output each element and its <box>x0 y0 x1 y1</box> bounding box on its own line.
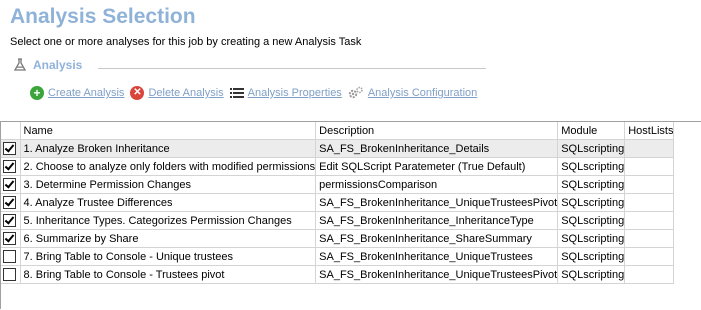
name-cell: 2. Choose to analyze only folders with m… <box>20 157 317 176</box>
name-cell: 3. Determine Permission Changes <box>20 175 317 194</box>
name-cell: 6. Summarize by Share <box>20 229 317 248</box>
module-cell: SQLscripting <box>557 157 626 176</box>
analysis-toolbar: + Create Analysis ✕ Delete Analysis Anal… <box>30 86 483 100</box>
row-checkbox-cell <box>0 211 21 230</box>
description-cell: permissionsComparison <box>315 175 559 194</box>
list-icon <box>229 86 244 100</box>
row-checkbox[interactable] <box>3 142 17 155</box>
hostlists-cell <box>624 175 675 194</box>
hostlists-cell <box>624 211 675 230</box>
create-analysis-button[interactable]: + Create Analysis <box>30 86 124 100</box>
create-analysis-label: Create Analysis <box>48 87 125 99</box>
table-header-row: Name Description Module HostLists <box>0 122 675 140</box>
row-checkbox-cell <box>0 229 21 248</box>
module-cell: SQLscripting <box>557 247 626 266</box>
row-checkbox[interactable] <box>3 160 17 173</box>
section-divider <box>98 68 486 69</box>
row-checkbox[interactable] <box>3 214 17 227</box>
row-checkbox[interactable] <box>3 178 17 191</box>
page-title: Analysis Selection <box>10 5 196 28</box>
table-row[interactable]: 3. Determine Permission Changes permissio… <box>0 175 675 194</box>
column-header-check <box>0 122 21 140</box>
module-cell: SQLscripting <box>557 211 626 230</box>
table-row[interactable]: 5. Inheritance Types. Categorizes Permis… <box>0 211 675 230</box>
gears-icon <box>348 86 364 100</box>
description-cell: SA_FS_BrokenInheritance_InheritanceType <box>315 211 559 230</box>
x-circle-icon: ✕ <box>130 86 145 100</box>
name-cell: 7. Bring Table to Console - Unique trust… <box>20 247 317 266</box>
column-header-description[interactable]: Description <box>315 122 559 140</box>
table-row[interactable]: 4. Analyze Trustee Differences SA_FS_Brok… <box>0 193 675 212</box>
page-subtitle: Select one or more analyses for this job… <box>10 36 362 48</box>
name-cell: 4. Analyze Trustee Differences <box>20 193 317 212</box>
analysis-grid: Name Description Module HostLists 1. Ana… <box>0 121 701 310</box>
row-checkbox[interactable] <box>3 268 17 281</box>
description-cell: SA_FS_BrokenInheritance_Details <box>315 139 559 158</box>
flask-icon <box>13 58 27 72</box>
grid-border <box>0 121 1 309</box>
table-row[interactable]: 8. Bring Table to Console - Trustees piv… <box>0 265 675 284</box>
module-cell: SQLscripting <box>557 229 626 248</box>
column-header-module[interactable]: Module <box>557 122 626 140</box>
description-cell: SA_FS_BrokenInheritance_ShareSummary <box>315 229 559 248</box>
name-cell: 1. Analyze Broken Inheritance <box>20 139 317 158</box>
row-checkbox[interactable] <box>3 196 17 209</box>
row-checkbox[interactable] <box>3 250 17 263</box>
table-row[interactable]: 1. Analyze Broken Inheritance SA_FS_Broke… <box>0 139 675 158</box>
row-checkbox-cell <box>0 247 21 266</box>
hostlists-cell <box>624 139 675 158</box>
analysis-properties-button[interactable]: Analysis Properties <box>229 86 342 100</box>
hostlists-cell <box>624 229 675 248</box>
delete-analysis-label: Delete Analysis <box>148 87 224 99</box>
description-cell: SA_FS_BrokenInheritance_UniqueTrusteesPi… <box>315 265 559 284</box>
row-checkbox[interactable] <box>3 232 17 245</box>
delete-analysis-button[interactable]: ✕ Delete Analysis <box>130 86 224 100</box>
table-row[interactable]: 6. Summarize by Share SA_FS_BrokenInherit… <box>0 229 675 248</box>
column-header-name[interactable]: Name <box>20 122 317 140</box>
plus-circle-icon: + <box>30 86 44 100</box>
analysis-table: Name Description Module HostLists 1. Ana… <box>0 122 675 284</box>
name-cell: 5. Inheritance Types. Categorizes Permis… <box>20 211 317 230</box>
description-cell: SA_FS_BrokenInheritance_UniqueTrusteesPi… <box>315 193 559 212</box>
analysis-configuration-button[interactable]: Analysis Configuration <box>348 86 477 100</box>
row-checkbox-cell <box>0 157 21 176</box>
analysis-configuration-label: Analysis Configuration <box>367 87 478 99</box>
section-label: Analysis <box>33 58 83 72</box>
description-cell: Edit SQLScript Paratemeter (True Default… <box>315 157 559 176</box>
hostlists-cell <box>624 247 675 266</box>
table-row[interactable]: 2. Choose to analyze only folders with m… <box>0 157 675 176</box>
row-checkbox-cell <box>0 265 21 284</box>
row-checkbox-cell <box>0 175 21 194</box>
name-cell: 8. Bring Table to Console - Trustees piv… <box>20 265 317 284</box>
analysis-section-header: Analysis <box>13 58 82 72</box>
row-checkbox-cell <box>0 139 21 158</box>
module-cell: SQLscripting <box>557 139 626 158</box>
column-header-hostlists[interactable]: HostLists <box>624 122 675 140</box>
table-row[interactable]: 7. Bring Table to Console - Unique trust… <box>0 247 675 266</box>
row-checkbox-cell <box>0 193 21 212</box>
analysis-properties-label: Analysis Properties <box>247 87 342 99</box>
hostlists-cell <box>624 157 675 176</box>
description-cell: SA_FS_BrokenInheritance_UniqueTrustees <box>315 247 559 266</box>
module-cell: SQLscripting <box>557 265 626 284</box>
module-cell: SQLscripting <box>557 193 626 212</box>
hostlists-cell <box>624 193 675 212</box>
hostlists-cell <box>624 265 675 284</box>
module-cell: SQLscripting <box>557 175 626 194</box>
